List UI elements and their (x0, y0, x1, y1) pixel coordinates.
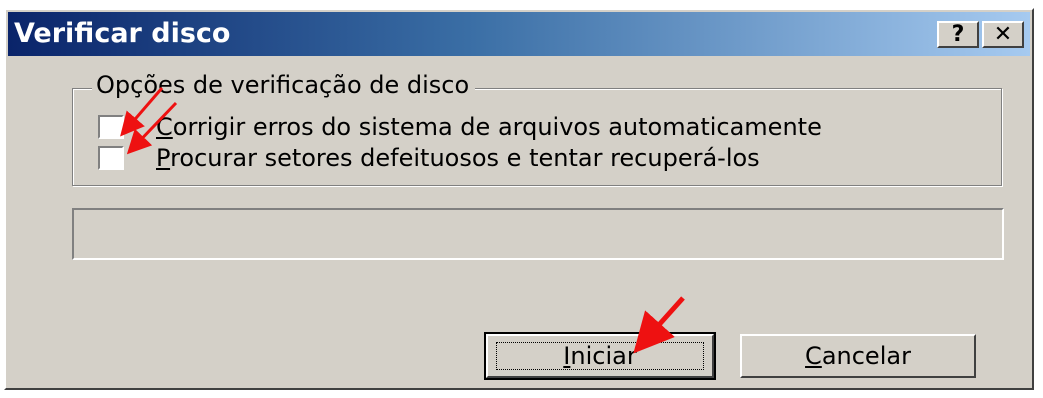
fix-errors-checkbox[interactable] (98, 115, 124, 139)
group-legend: Opções de verificação de disco (92, 70, 476, 100)
scan-bad-sectors-mnemonic: P (156, 144, 171, 172)
scan-bad-sectors-label[interactable]: Procurar setores defeituosos e tentar re… (156, 143, 760, 173)
close-icon: ✕ (993, 21, 1013, 47)
close-button[interactable]: ✕ (982, 21, 1024, 48)
option-scan-bad-sectors[interactable]: Procurar setores defeituosos e tentar re… (98, 143, 760, 173)
fix-errors-label[interactable]: Corrigir erros do sistema de arquivos au… (156, 112, 822, 142)
help-icon: ? (951, 21, 965, 47)
title-bar[interactable]: Verificar disco ? ✕ (8, 12, 1030, 56)
scan-bad-sectors-checkbox[interactable] (98, 146, 124, 170)
start-button[interactable]: Iniciar (484, 332, 716, 380)
window-title: Verificar disco (14, 18, 231, 49)
focus-rectangle (496, 342, 704, 370)
scan-bad-sectors-text: rocurar setores defeituosos e tentar rec… (170, 144, 760, 172)
option-fix-errors[interactable]: Corrigir erros do sistema de arquivos au… (98, 112, 822, 142)
help-button[interactable]: ? (937, 21, 979, 48)
page: Verificar disco ? ✕ Opções de verificaçã… (0, 0, 1043, 398)
cancel-button-label: Cancelar (805, 342, 911, 370)
fix-errors-text: orrigir erros do sistema de arquivos aut… (172, 113, 822, 141)
cancel-button[interactable]: Cancelar (740, 334, 976, 378)
check-disk-dialog: Verificar disco ? ✕ (4, 8, 1034, 390)
fix-errors-mnemonic: C (156, 113, 173, 141)
progress-bar (72, 208, 1004, 260)
